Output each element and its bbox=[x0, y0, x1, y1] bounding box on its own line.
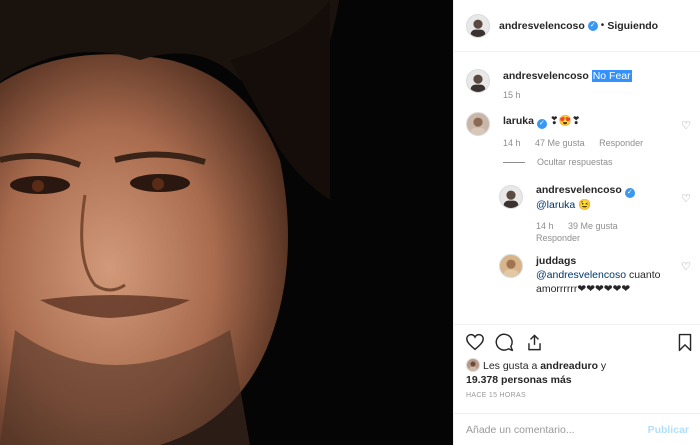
post-actions-bar bbox=[454, 324, 700, 359]
reply-username[interactable]: andresvelencoso bbox=[536, 184, 622, 196]
caption-meta: 15 h bbox=[503, 90, 691, 100]
caption-author-avatar[interactable] bbox=[466, 69, 490, 93]
portrait-image bbox=[0, 0, 453, 445]
reply-text: 😉 bbox=[578, 199, 592, 211]
caption-row: andresvelencoso No Fear 15 h bbox=[466, 67, 691, 100]
comment-avatar[interactable] bbox=[466, 112, 490, 136]
reply-actions: Responder bbox=[536, 233, 691, 243]
reply-mention[interactable]: @andresvelencoso bbox=[536, 269, 626, 281]
liker-avatar[interactable] bbox=[466, 358, 480, 372]
following-button[interactable]: Siguiendo bbox=[607, 20, 658, 32]
author-avatar[interactable] bbox=[466, 13, 490, 38]
comment-text: ❣😍❣ bbox=[549, 115, 581, 127]
heart-icon[interactable] bbox=[465, 333, 485, 354]
reply-avatar[interactable] bbox=[499, 185, 523, 209]
reply-like-heart-icon[interactable]: ♡ bbox=[681, 192, 691, 205]
post-header: andresvelencoso ✓ • Siguiendo bbox=[454, 0, 700, 52]
comment-like-heart-icon[interactable]: ♡ bbox=[681, 119, 691, 132]
comment-meta: 14 h 47 Me gusta Responder bbox=[503, 138, 691, 148]
publish-button[interactable]: Publicar bbox=[648, 424, 689, 436]
reply-mention[interactable]: @laruka bbox=[536, 199, 575, 211]
reply-text-line: juddags bbox=[536, 254, 691, 268]
liker-username[interactable]: andreaduro bbox=[540, 360, 598, 372]
author-username[interactable]: andresvelencoso bbox=[499, 20, 585, 32]
caption-username[interactable]: andresvelencoso bbox=[503, 70, 589, 82]
likes-prefix: Les gusta a bbox=[483, 360, 538, 372]
reply-text-line: andresvelencoso ✓ bbox=[536, 183, 691, 198]
bookmark-icon[interactable] bbox=[677, 333, 693, 355]
likes-middle: y bbox=[600, 360, 607, 372]
separator-dot: • bbox=[600, 20, 605, 31]
add-comment-bar: Publicar bbox=[454, 413, 700, 445]
verified-badge-icon: ✓ bbox=[587, 20, 598, 31]
caption-time[interactable]: 15 h bbox=[503, 90, 521, 100]
hide-replies-label: Ocultar respuestas bbox=[537, 157, 613, 167]
comment-row: laruka ✓ ❣😍❣ ♡ 14 h 47 Me gusta Responder… bbox=[466, 112, 691, 167]
reply-likes[interactable]: 39 Me gusta bbox=[568, 221, 618, 231]
hide-replies-toggle[interactable]: Ocultar respuestas bbox=[503, 157, 691, 167]
reply-row: andresvelencoso ✓ @laruka 😉 ♡ 14 h 39 Me … bbox=[499, 183, 691, 243]
verified-badge-icon: ✓ bbox=[624, 188, 635, 198]
comment-icon[interactable] bbox=[495, 333, 514, 355]
reply-meta: 14 h 39 Me gusta bbox=[536, 221, 691, 231]
caption-text: No Fear bbox=[591, 70, 632, 82]
caption-text-line: andresvelencoso No Fear bbox=[503, 67, 691, 83]
likes-summary: Les gusta a andreaduro y 19.378 personas… bbox=[466, 358, 691, 387]
hide-replies-line bbox=[503, 162, 525, 164]
post-photo[interactable] bbox=[0, 0, 453, 445]
comment-text-line: laruka ✓ ❣😍❣ bbox=[503, 112, 691, 129]
comment-username[interactable]: laruka bbox=[503, 115, 534, 127]
comments-list: andresvelencoso No Fear 15 h laruka ✓ ❣😍❣… bbox=[454, 52, 700, 324]
likes-count[interactable]: 19.378 personas más bbox=[466, 374, 572, 386]
share-icon[interactable] bbox=[525, 333, 544, 355]
post-side-panel: andresvelencoso ✓ • Siguiendo andresvele… bbox=[453, 0, 700, 445]
reply-button[interactable]: Responder bbox=[599, 138, 643, 148]
reply-row: juddags @andresvelencoso cuanto amorrrrr… bbox=[499, 254, 691, 296]
reply-body: @laruka 😉 bbox=[536, 198, 691, 212]
comment-input[interactable] bbox=[466, 423, 648, 436]
reply-time[interactable]: 14 h bbox=[536, 221, 554, 231]
reply-body: @andresvelencoso cuanto amorrrrrr❤❤❤❤❤❤ bbox=[536, 268, 691, 296]
verified-badge-icon: ✓ bbox=[536, 119, 547, 129]
reply-button[interactable]: Responder bbox=[536, 233, 580, 243]
comment-likes[interactable]: 47 Me gusta bbox=[535, 138, 585, 148]
post-timestamp[interactable]: HACE 15 HORAS bbox=[466, 392, 526, 399]
reply-like-heart-icon[interactable]: ♡ bbox=[681, 260, 691, 273]
comment-time[interactable]: 14 h bbox=[503, 138, 521, 148]
reply-avatar[interactable] bbox=[499, 254, 523, 278]
reply-username[interactable]: juddags bbox=[536, 255, 576, 267]
